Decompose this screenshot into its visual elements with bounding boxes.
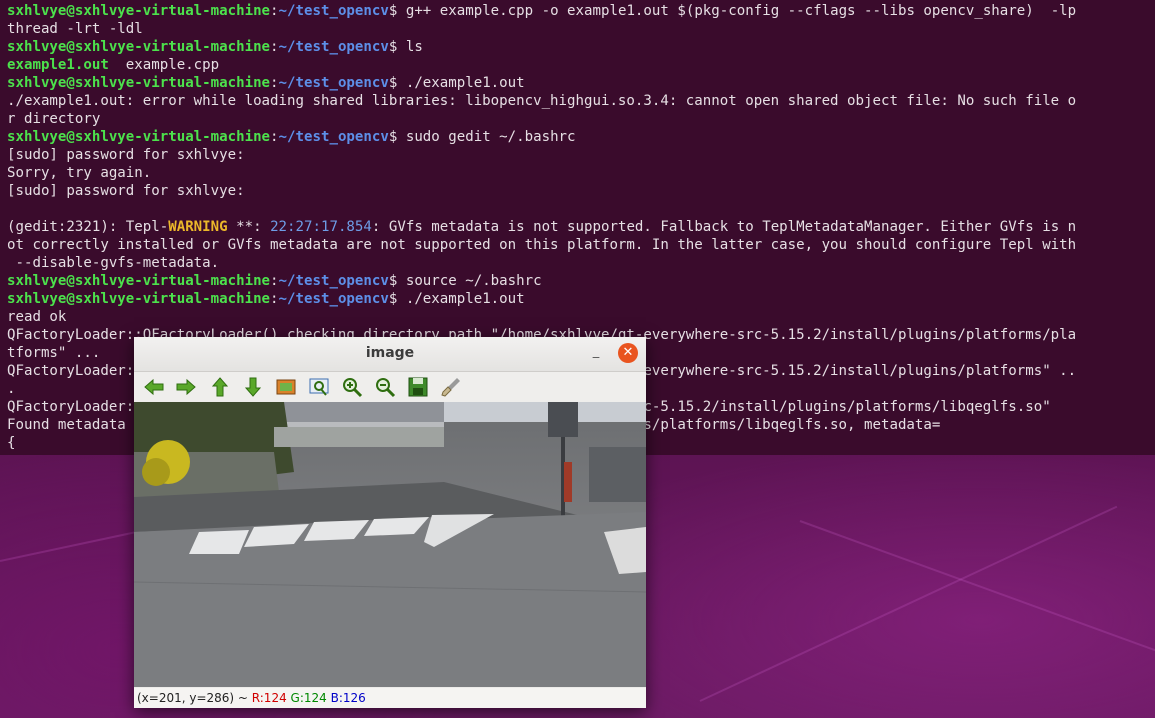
terminal-text: sxhlvye@sxhlvye-virtual-machine: [7, 3, 271, 19]
zoom-in-icon: [343, 378, 363, 398]
terminal-line: [sudo] password for sxhlvye:: [7, 146, 1155, 164]
arrow-up-icon: [211, 377, 229, 397]
window-titlebar[interactable]: image _ ✕: [134, 337, 646, 372]
green-value: G:124: [290, 691, 327, 705]
blue-value: B:126: [330, 691, 366, 705]
terminal-text: WARNING: [168, 219, 228, 235]
pan-up-button[interactable]: [208, 375, 232, 399]
zoom-fit-icon: [276, 379, 296, 395]
image-window[interactable]: image _ ✕ (x=201, y=286) ~ R:124 G:124 B…: [134, 337, 646, 708]
terminal-text: ~/test_opencv: [278, 291, 389, 307]
terminal-text: $ ls: [388, 39, 423, 55]
terminal-text: {: [7, 435, 16, 451]
arrow-down-icon: [244, 377, 262, 397]
arrow-right-icon: [176, 378, 196, 396]
terminal-line: sxhlvye@sxhlvye-virtual-machine:~/test_o…: [7, 2, 1155, 20]
terminal-line: Sorry, try again.: [7, 164, 1155, 182]
arrow-left-icon: [144, 378, 164, 396]
terminal-text: sxhlvye@sxhlvye-virtual-machine: [7, 75, 271, 91]
properties-button[interactable]: [439, 375, 463, 399]
terminal-text: ot correctly installed or GVfs metadata …: [7, 237, 1077, 253]
terminal-text: :: [270, 291, 279, 307]
terminal-text: **:: [227, 219, 271, 235]
close-button[interactable]: ✕: [618, 343, 638, 363]
terminal-text: :: [270, 39, 279, 55]
pan-right-button[interactable]: [174, 375, 198, 399]
terminal-text: example1.out: [7, 57, 109, 73]
terminal-line: (gedit:2321): Tepl-WARNING **: 22:27:17.…: [7, 218, 1155, 236]
pan-left-button[interactable]: [142, 375, 166, 399]
terminal-line: sxhlvye@sxhlvye-virtual-machine:~/test_o…: [7, 290, 1155, 308]
save-button[interactable]: [406, 375, 430, 399]
terminal-text: 22:27:17.854: [270, 219, 372, 235]
terminal-text: :: [270, 273, 279, 289]
pan-down-button[interactable]: [241, 375, 265, 399]
zoom-rect-button[interactable]: [307, 375, 331, 399]
terminal-text: ~/test_opencv: [278, 3, 389, 19]
properties-icon: [441, 378, 460, 397]
zoom-fit-button[interactable]: [274, 375, 298, 399]
terminal-text: ~/test_opencv: [278, 129, 389, 145]
terminal-line: thread -lrt -ldl: [7, 20, 1155, 38]
terminal-text: sxhlvye@sxhlvye-virtual-machine: [7, 39, 271, 55]
save-icon: [408, 377, 428, 397]
terminal-text: $ ./example1.out: [388, 291, 525, 307]
terminal-text: ./example1.out: error while loading shar…: [7, 93, 1077, 109]
red-value: R:124: [251, 691, 287, 705]
terminal-text: : GVfs metadata is not supported. Fallba…: [371, 219, 1077, 235]
terminal-text: ~/test_opencv: [278, 273, 389, 289]
terminal-line: sxhlvye@sxhlvye-virtual-machine:~/test_o…: [7, 272, 1155, 290]
terminal-text: r directory: [7, 111, 101, 127]
terminal-text: .: [7, 381, 16, 397]
terminal-line: read ok: [7, 308, 1155, 326]
terminal-text: $ g++ example.cpp -o example1.out $(pkg-…: [388, 3, 1077, 19]
terminal-text: :: [270, 75, 279, 91]
terminal-line: ./example1.out: error while loading shar…: [7, 92, 1155, 110]
terminal-text: $ sudo gedit ~/.bashrc: [388, 129, 576, 145]
terminal-line: sxhlvye@sxhlvye-virtual-machine:~/test_o…: [7, 38, 1155, 56]
terminal-text: sxhlvye@sxhlvye-virtual-machine: [7, 291, 271, 307]
terminal-text: $ source ~/.bashrc: [388, 273, 542, 289]
terminal-text: Sorry, try again.: [7, 165, 152, 181]
terminal-line: example1.out example.cpp: [7, 56, 1155, 74]
terminal-line: ot correctly installed or GVfs metadata …: [7, 236, 1155, 254]
terminal-text: $ ./example1.out: [388, 75, 525, 91]
terminal-text: (gedit:2321): Tepl-: [7, 219, 169, 235]
terminal-text: tforms" ...: [7, 345, 101, 361]
terminal-text: :: [270, 129, 279, 145]
image-canvas[interactable]: [134, 402, 646, 687]
zoom-out-button[interactable]: [373, 375, 397, 399]
terminal-line: sxhlvye@sxhlvye-virtual-machine:~/test_o…: [7, 74, 1155, 92]
terminal-text: example.cpp: [108, 57, 220, 73]
window-title: image: [365, 345, 415, 361]
terminal-text: sxhlvye@sxhlvye-virtual-machine: [7, 129, 271, 145]
terminal-text: :: [270, 3, 279, 19]
cursor-coords: (x=201, y=286) ~: [137, 691, 252, 705]
terminal-text: read ok: [7, 309, 67, 325]
zoom-in-button[interactable]: [340, 375, 364, 399]
terminal-text: --disable-gvfs-metadata.: [7, 255, 220, 271]
street-photo: [134, 402, 646, 687]
terminal-text: ~/test_opencv: [278, 39, 389, 55]
terminal-text: ~/test_opencv: [278, 75, 389, 91]
terminal-text: sxhlvye@sxhlvye-virtual-machine: [7, 273, 271, 289]
image-toolbar: [134, 372, 646, 402]
terminal-text: thread -lrt -ldl: [7, 21, 143, 37]
zoom-rect-icon: [309, 378, 329, 396]
terminal-line: sxhlvye@sxhlvye-virtual-machine:~/test_o…: [7, 128, 1155, 146]
terminal-text: [sudo] password for sxhlvye:: [7, 147, 245, 163]
terminal-line: r directory: [7, 110, 1155, 128]
zoom-out-icon: [376, 378, 396, 398]
minimize-button[interactable]: _: [587, 343, 605, 361]
terminal-text: [sudo] password for sxhlvye:: [7, 183, 245, 199]
terminal-line: [sudo] password for sxhlvye:: [7, 182, 1155, 200]
terminal-line: --disable-gvfs-metadata.: [7, 254, 1155, 272]
status-bar: (x=201, y=286) ~ R:124 G:124 B:126: [134, 688, 646, 708]
